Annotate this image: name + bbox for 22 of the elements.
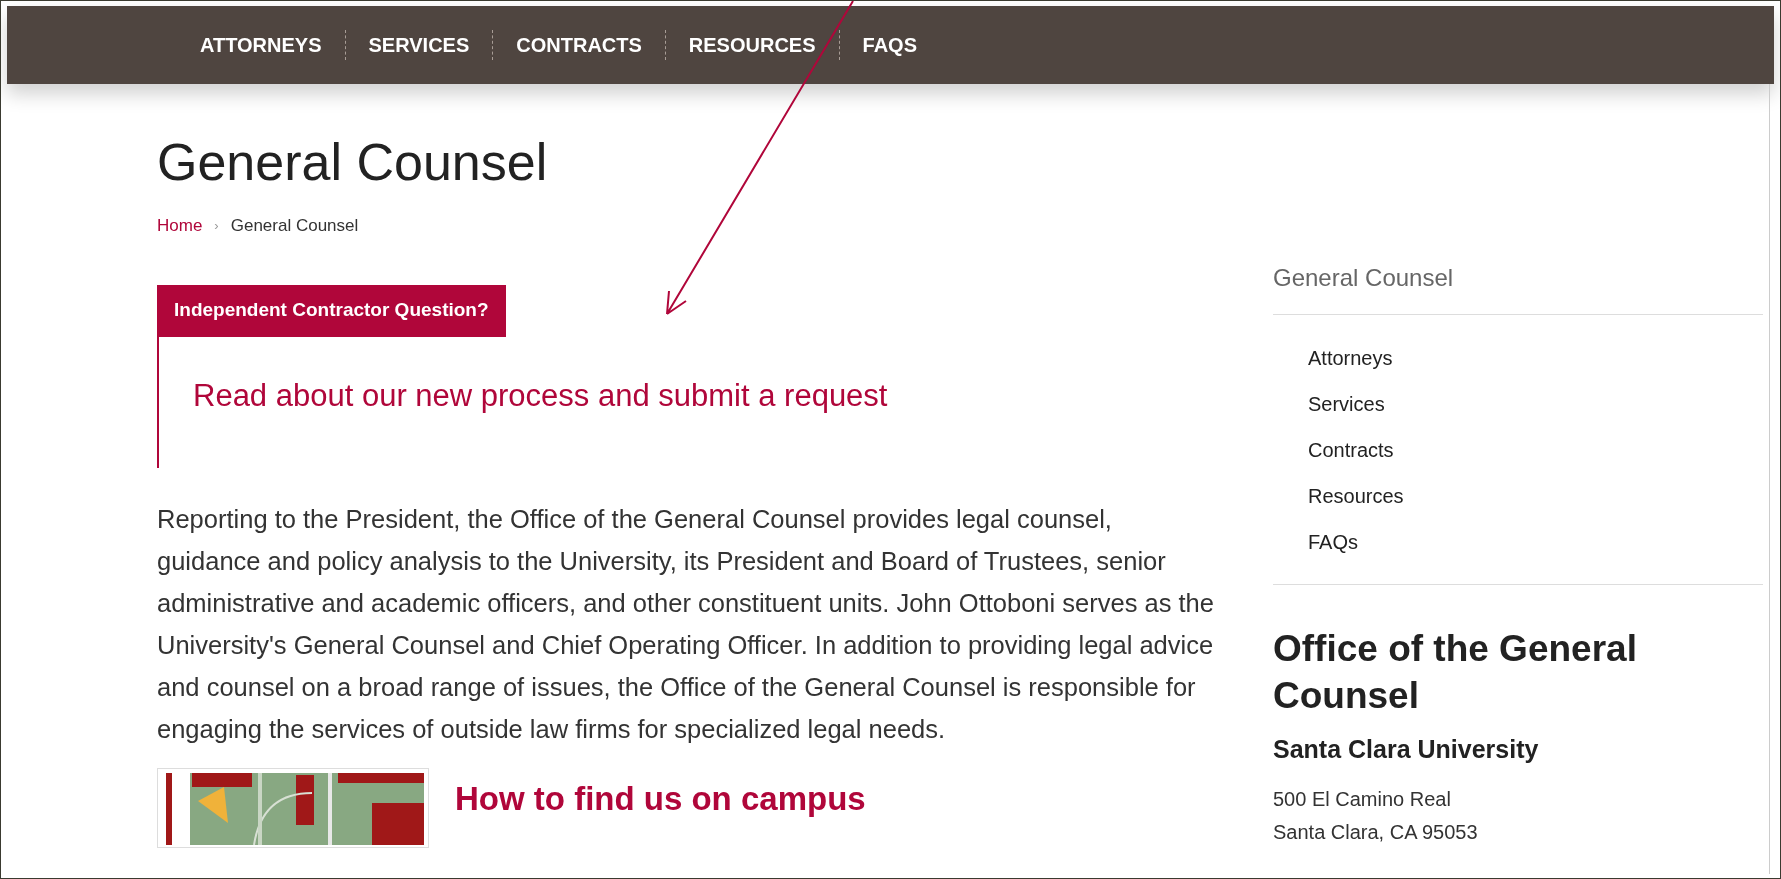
office-heading: Office of the General Counsel <box>1273 627 1638 718</box>
campus-heading[interactable]: How to find us on campus <box>455 773 866 823</box>
sidebar-link[interactable]: Services <box>1308 391 1763 418</box>
nav-link[interactable]: CONTRACTS <box>493 30 665 60</box>
page-title: General Counsel <box>157 132 549 193</box>
sidebar-link[interactable]: Contracts <box>1308 437 1763 464</box>
intro-paragraph: Reporting to the President, the Office of the General Counsel provides legal counsel, guidance and policy analysis to the University, its President and Board of Trustees, senior administrative and academic officers, and other constituent units. John Ottoboni serves as the University's General Counsel and Chief Operating Officer. In addition to providing legal advice and counsel on a broad range of issues, the Office of the General Counsel is responsible for engaging the services of outside law firms for specialized legal needs. <box>157 503 1215 745</box>
nav-link[interactable]: ATTORNEYS <box>177 30 345 60</box>
university-name: Santa Clara University <box>1273 734 1540 765</box>
sidebar-link[interactable]: Attorneys <box>1308 345 1763 372</box>
sidebar-link[interactable]: FAQs <box>1308 529 1763 556</box>
address-line: Santa Clara, CA 95053 <box>1273 819 1479 845</box>
callout-link[interactable]: Read about our new process and submit a request <box>193 372 888 419</box>
sidebar-link[interactable]: Resources <box>1308 483 1763 510</box>
breadcrumb-link[interactable]: Home <box>157 213 203 239</box>
nav-link[interactable]: RESOURCES <box>665 30 839 60</box>
nav-link[interactable]: SERVICES <box>345 30 493 60</box>
breadcrumb-separator: › <box>214 217 219 235</box>
nav-link[interactable]: FAQS <box>839 30 940 60</box>
breadcrumb-current: General Counsel <box>230 215 359 237</box>
address-line: 500 El Camino Real <box>1273 786 1452 812</box>
sidebar-title: General Counsel <box>1273 263 1455 293</box>
